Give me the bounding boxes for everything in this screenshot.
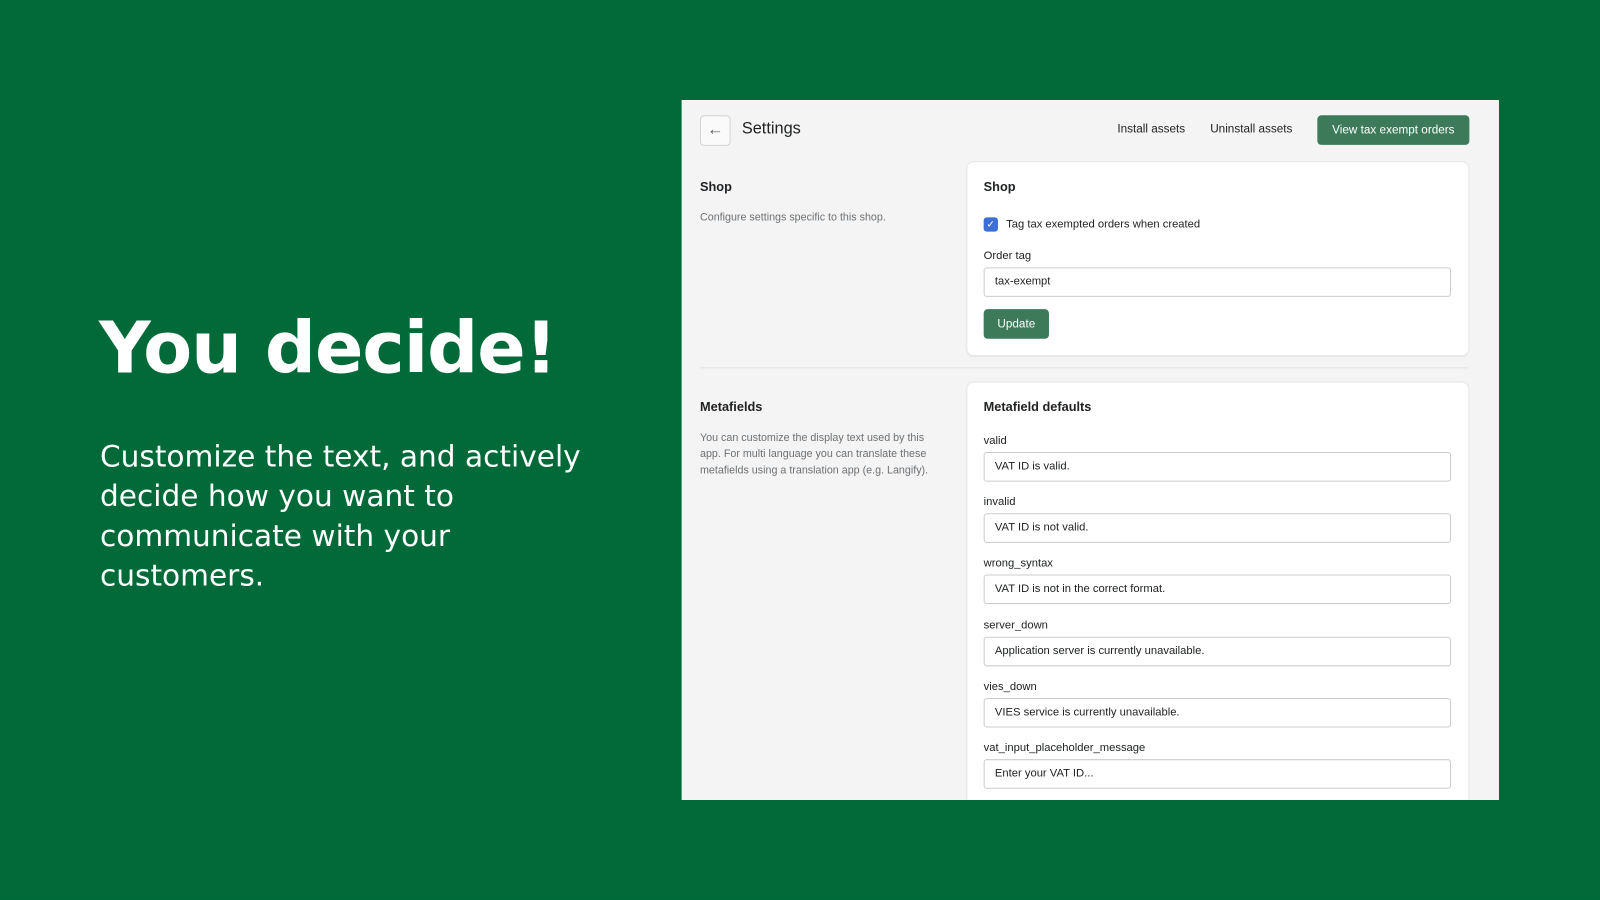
headline: You decide!: [98, 306, 557, 390]
tag-orders-checkbox[interactable]: ✓: [983, 217, 998, 232]
tag-orders-label: Tag tax exempted orders when created: [1006, 218, 1201, 231]
section-divider: [699, 367, 1469, 369]
field-input-vies-down[interactable]: VIES service is currently unavailable.: [983, 697, 1452, 728]
order-tag-label: Order tag: [983, 249, 1032, 263]
field-input-valid[interactable]: VAT ID is valid.: [983, 452, 1452, 482]
field-label-vies-down: vies_down: [983, 680, 1037, 693]
shop-card: Shop ✓ Tag tax exempted orders when crea…: [967, 162, 1469, 356]
metafield-defaults-card: Metafield defaults valid VAT ID is valid…: [967, 382, 1469, 800]
subtext: Customize the text, and actively decide …: [99, 438, 581, 593]
update-button[interactable]: Update: [983, 309, 1049, 339]
field-label-wrong-syntax: wrong_syntax: [983, 557, 1053, 570]
field-input-wrong-syntax[interactable]: VAT ID is not in the correct format.: [983, 574, 1452, 605]
shop-section-title: Shop: [699, 179, 732, 194]
field-label-server-down: server_down: [983, 619, 1048, 632]
field-label-valid: valid: [983, 434, 1007, 447]
install-assets-button[interactable]: Install assets: [1117, 123, 1185, 135]
metafields-section-desc: You can customize the display text used …: [699, 431, 929, 477]
back-button[interactable]: ←: [699, 115, 731, 146]
metafields-section-title: Metafields: [699, 399, 763, 415]
metafield-defaults-title: Metafield defaults: [983, 399, 1092, 415]
field-input-server-down[interactable]: Application server is currently unavaila…: [983, 636, 1452, 667]
page-title: Settings: [741, 120, 801, 138]
field-label-invalid: invalid: [983, 495, 1016, 509]
field-label-vat-placeholder: vat_input_placeholder_message: [983, 741, 1146, 755]
field-input-vat-placeholder[interactable]: Enter your VAT ID...: [983, 759, 1452, 789]
view-tax-exempt-orders-button[interactable]: View tax exempt orders: [1317, 115, 1470, 145]
promo-slide: You decide! Customize the text, and acti…: [0, 0, 1600, 900]
shop-section-desc: Configure settings specific to this shop…: [699, 211, 886, 224]
order-tag-input[interactable]: tax-exempt: [983, 267, 1452, 297]
settings-screenshot: ← Settings Install assets Uninstall asse…: [681, 99, 1499, 800]
uninstall-assets-button[interactable]: Uninstall assets: [1210, 123, 1292, 135]
arrow-left-icon: ←: [707, 121, 724, 139]
field-input-invalid[interactable]: VAT ID is not valid.: [983, 513, 1452, 543]
shop-card-title: Shop: [983, 179, 1016, 194]
checkmark-icon: ✓: [986, 218, 996, 231]
